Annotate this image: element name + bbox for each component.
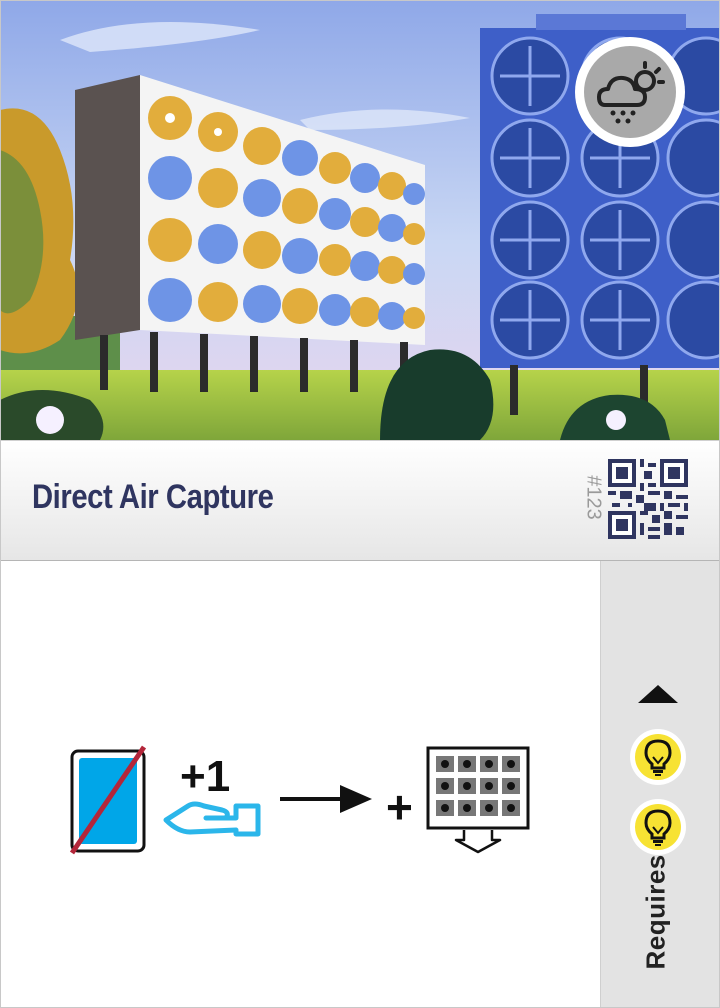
gain-amount: +1 (180, 752, 231, 801)
card-title: Direct Air Capture (32, 478, 274, 516)
fan-array-tile-icon (426, 746, 530, 854)
plus-sign: + (386, 781, 413, 833)
card-illustration (0, 0, 720, 440)
lightbulb-icon (630, 729, 686, 785)
up-triangle-icon (638, 685, 678, 703)
qr-code-icon[interactable] (608, 459, 688, 539)
requires-label: Requires (640, 854, 671, 970)
open-hand-icon (163, 801, 261, 837)
arrow-right-icon (280, 785, 372, 813)
weather-cloud-sun-icon (575, 37, 685, 147)
card-number: #123 (582, 475, 605, 520)
crossed-out-card-icon (69, 745, 147, 855)
card[interactable]: Direct Air Capture #123 +1 + Requires (0, 0, 720, 1008)
lightbulb-icon (630, 799, 686, 855)
